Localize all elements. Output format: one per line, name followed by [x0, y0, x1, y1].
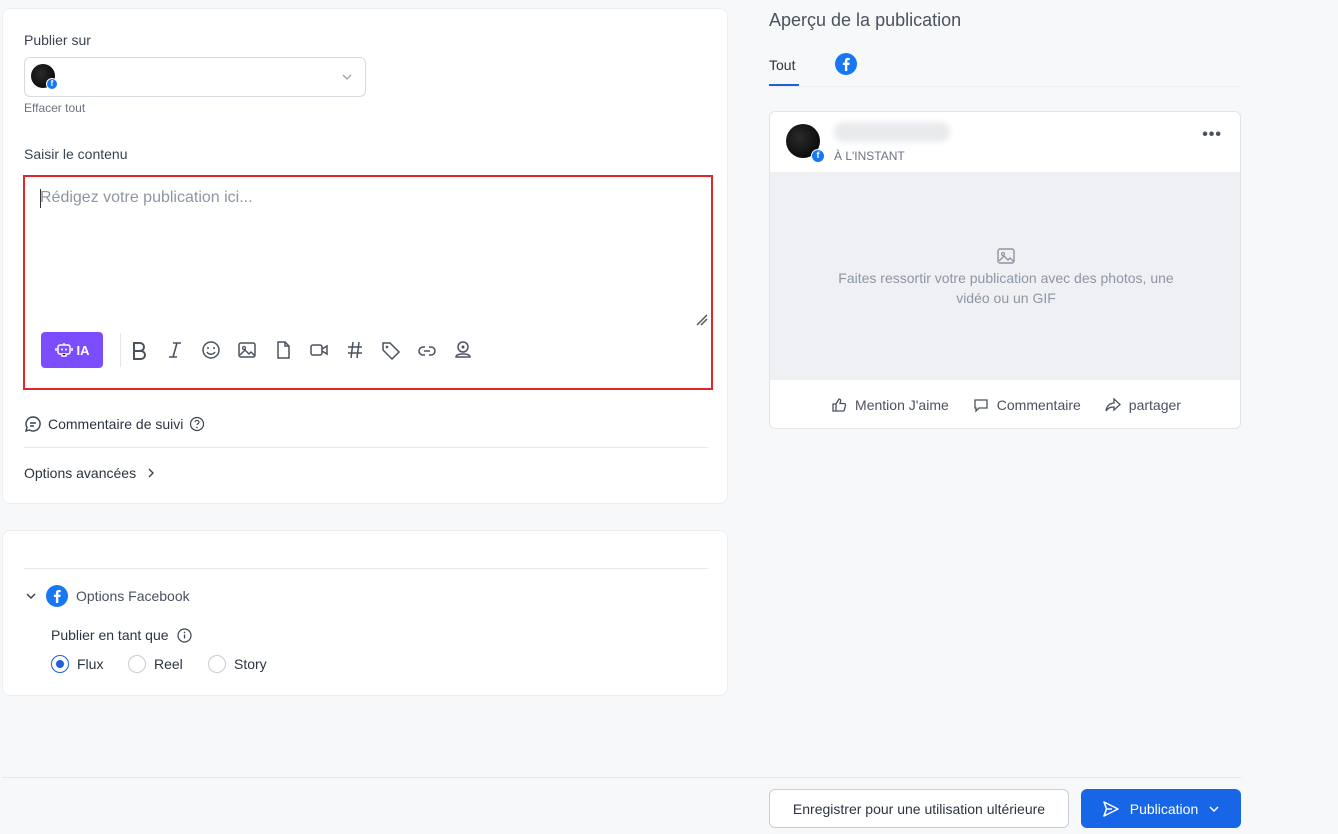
- divider: [24, 568, 708, 569]
- account-select[interactable]: f: [24, 57, 366, 97]
- radio-reel[interactable]: Reel: [128, 655, 183, 673]
- like-action[interactable]: Mention J'aime: [831, 397, 949, 413]
- file-icon[interactable]: [272, 339, 294, 361]
- facebook-badge-icon: f: [811, 149, 825, 163]
- chevron-down-icon[interactable]: [341, 71, 353, 83]
- radio-story-label: Story: [234, 656, 267, 672]
- help-icon[interactable]: [189, 416, 205, 432]
- share-icon: [1105, 397, 1121, 412]
- ai-button-label: IA: [76, 342, 90, 358]
- clear-all-link[interactable]: Effacer tout: [24, 101, 85, 115]
- image-icon[interactable]: [236, 339, 258, 361]
- radio-button[interactable]: [208, 655, 226, 673]
- advanced-options-label: Options avancées: [24, 465, 137, 481]
- compose-card: Publier sur f Effacer tout Saisir le con…: [2, 8, 728, 504]
- facebook-badge-icon: f: [46, 78, 58, 90]
- post-actions: Mention J'aime Commentaire partager: [770, 380, 1240, 428]
- facebook-icon: [46, 585, 68, 607]
- facebook-options-toggle[interactable]: Options Facebook: [24, 585, 190, 607]
- resize-handle-icon[interactable]: [695, 313, 709, 327]
- publish-as-label: Publier en tant que: [51, 627, 169, 643]
- tab-all[interactable]: Tout: [769, 57, 795, 73]
- content-label: Saisir le contenu: [24, 146, 128, 162]
- chevron-down-icon[interactable]: [1208, 803, 1220, 815]
- media-placeholder: Faites ressortir votre publication avec …: [770, 172, 1240, 380]
- share-label: partager: [1128, 397, 1181, 413]
- radio-flux[interactable]: Flux: [51, 655, 103, 673]
- hashtag-icon[interactable]: [344, 339, 366, 361]
- image-icon: [997, 248, 1015, 264]
- media-hint: Faites ressortir votre publication avec …: [838, 270, 1174, 306]
- comment-label: Commentaire: [996, 397, 1081, 413]
- facebook-icon: [835, 53, 857, 75]
- divider: [24, 447, 708, 448]
- radio-reel-label: Reel: [154, 656, 183, 672]
- italic-icon[interactable]: [164, 339, 186, 361]
- video-icon[interactable]: [308, 339, 330, 361]
- tabs-divider: [769, 86, 1241, 87]
- radio-story[interactable]: Story: [208, 655, 267, 673]
- follow-comment-label: Commentaire de suivi: [48, 416, 184, 432]
- post-editor[interactable]: Rédigez votre publication ici... IA: [23, 175, 713, 390]
- like-label: Mention J'aime: [855, 397, 949, 413]
- chevron-down-icon: [26, 593, 36, 600]
- text-caret: [40, 189, 41, 208]
- facebook-options-card: Options Facebook Publier en tant que Flu…: [2, 530, 728, 696]
- publish-button[interactable]: Publication: [1081, 789, 1241, 828]
- ai-button[interactable]: IA: [41, 332, 103, 368]
- share-action[interactable]: partager: [1105, 397, 1181, 413]
- footer-divider: [2, 777, 1241, 778]
- bold-icon[interactable]: [128, 339, 150, 361]
- link-icon[interactable]: [416, 339, 438, 361]
- radio-button-checked[interactable]: [51, 655, 69, 673]
- info-icon[interactable]: [176, 627, 192, 643]
- send-icon: [1103, 800, 1119, 817]
- tab-facebook[interactable]: [835, 53, 857, 78]
- publish-as-row: Publier en tant que: [51, 627, 192, 643]
- comment-icon: [974, 399, 988, 413]
- save-later-button[interactable]: Enregistrer pour une utilisation ultérie…: [769, 789, 1069, 828]
- follow-comment-row[interactable]: Commentaire de suivi: [24, 415, 205, 433]
- radio-button[interactable]: [128, 655, 146, 673]
- chat-icon: [24, 416, 41, 433]
- emoji-icon[interactable]: [200, 339, 222, 361]
- editor-placeholder: Rédigez votre publication ici...: [40, 189, 253, 206]
- post-timestamp: À L'INSTANT: [834, 149, 905, 163]
- account-name-blurred: [834, 122, 950, 142]
- publish-on-label: Publier sur: [24, 32, 91, 48]
- facebook-options-title: Options Facebook: [76, 588, 190, 604]
- thumbs-up-icon: [832, 398, 847, 412]
- toolbar-separator: [120, 333, 121, 367]
- comment-action[interactable]: Commentaire: [973, 397, 1081, 413]
- tag-icon[interactable]: [380, 339, 402, 361]
- chevron-right-icon: [148, 468, 155, 478]
- publish-button-label: Publication: [1129, 800, 1199, 817]
- more-options-icon[interactable]: •••: [1202, 126, 1222, 144]
- radio-flux-label: Flux: [77, 656, 104, 672]
- preview-title: Aperçu de la publication: [769, 10, 962, 30]
- post-preview-card: f À L'INSTANT ••• Faites ressortir votre…: [769, 111, 1241, 429]
- advanced-options-row[interactable]: Options avancées: [24, 465, 156, 481]
- active-tab-indicator: [769, 84, 799, 86]
- robot-icon: [54, 343, 73, 357]
- location-icon[interactable]: [452, 339, 474, 361]
